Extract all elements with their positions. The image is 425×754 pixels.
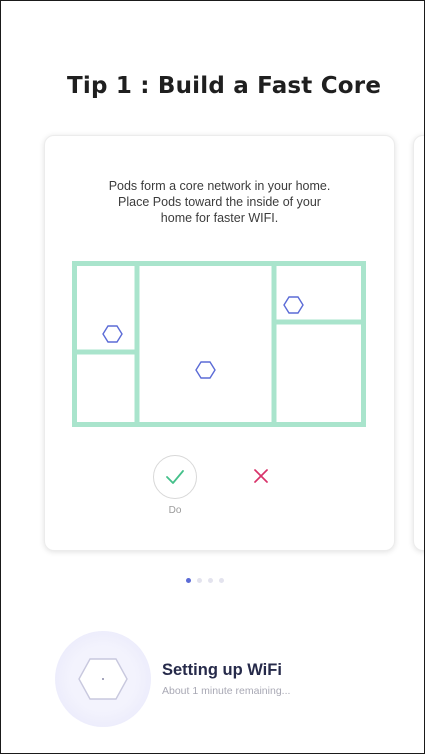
setup-progress-ring bbox=[55, 631, 151, 727]
page-title: Tip 1 : Build a Fast Core bbox=[67, 73, 382, 99]
status-subtitle: About 1 minute remaining... bbox=[162, 685, 291, 697]
status-title: Setting up WiFi bbox=[162, 661, 282, 679]
next-tip-card[interactable] bbox=[413, 135, 424, 551]
app-screen: Tip 1 : Build a Fast Core Pods form a co… bbox=[0, 0, 425, 754]
page-dot[interactable] bbox=[186, 578, 191, 583]
pod-hexagon-icon bbox=[102, 325, 123, 343]
do-indicator bbox=[153, 455, 197, 499]
tip-description-line: home for faster WIFI. bbox=[160, 211, 279, 225]
checkmark-icon bbox=[166, 470, 184, 484]
pod-hexagon-icon bbox=[78, 658, 128, 700]
pod-hexagon-icon bbox=[195, 361, 216, 379]
tip-card[interactable]: Pods form a core network in your home. P… bbox=[44, 135, 395, 551]
floorplan-diagram bbox=[72, 261, 366, 427]
page-dot[interactable] bbox=[197, 578, 202, 583]
pod-hexagon-icon bbox=[283, 296, 304, 314]
page-dot[interactable] bbox=[219, 578, 224, 583]
do-label: Do bbox=[168, 505, 182, 516]
page-dot[interactable] bbox=[208, 578, 213, 583]
page-indicator[interactable] bbox=[186, 578, 224, 583]
tip-description-line: Place Pods toward the inside of your bbox=[118, 195, 321, 209]
floorplan-outline bbox=[72, 261, 366, 427]
cross-icon bbox=[254, 469, 268, 483]
tip-description: Pods form a core network in your home. P… bbox=[45, 178, 394, 226]
tip-description-line: Pods form a core network in your home. bbox=[108, 179, 331, 193]
